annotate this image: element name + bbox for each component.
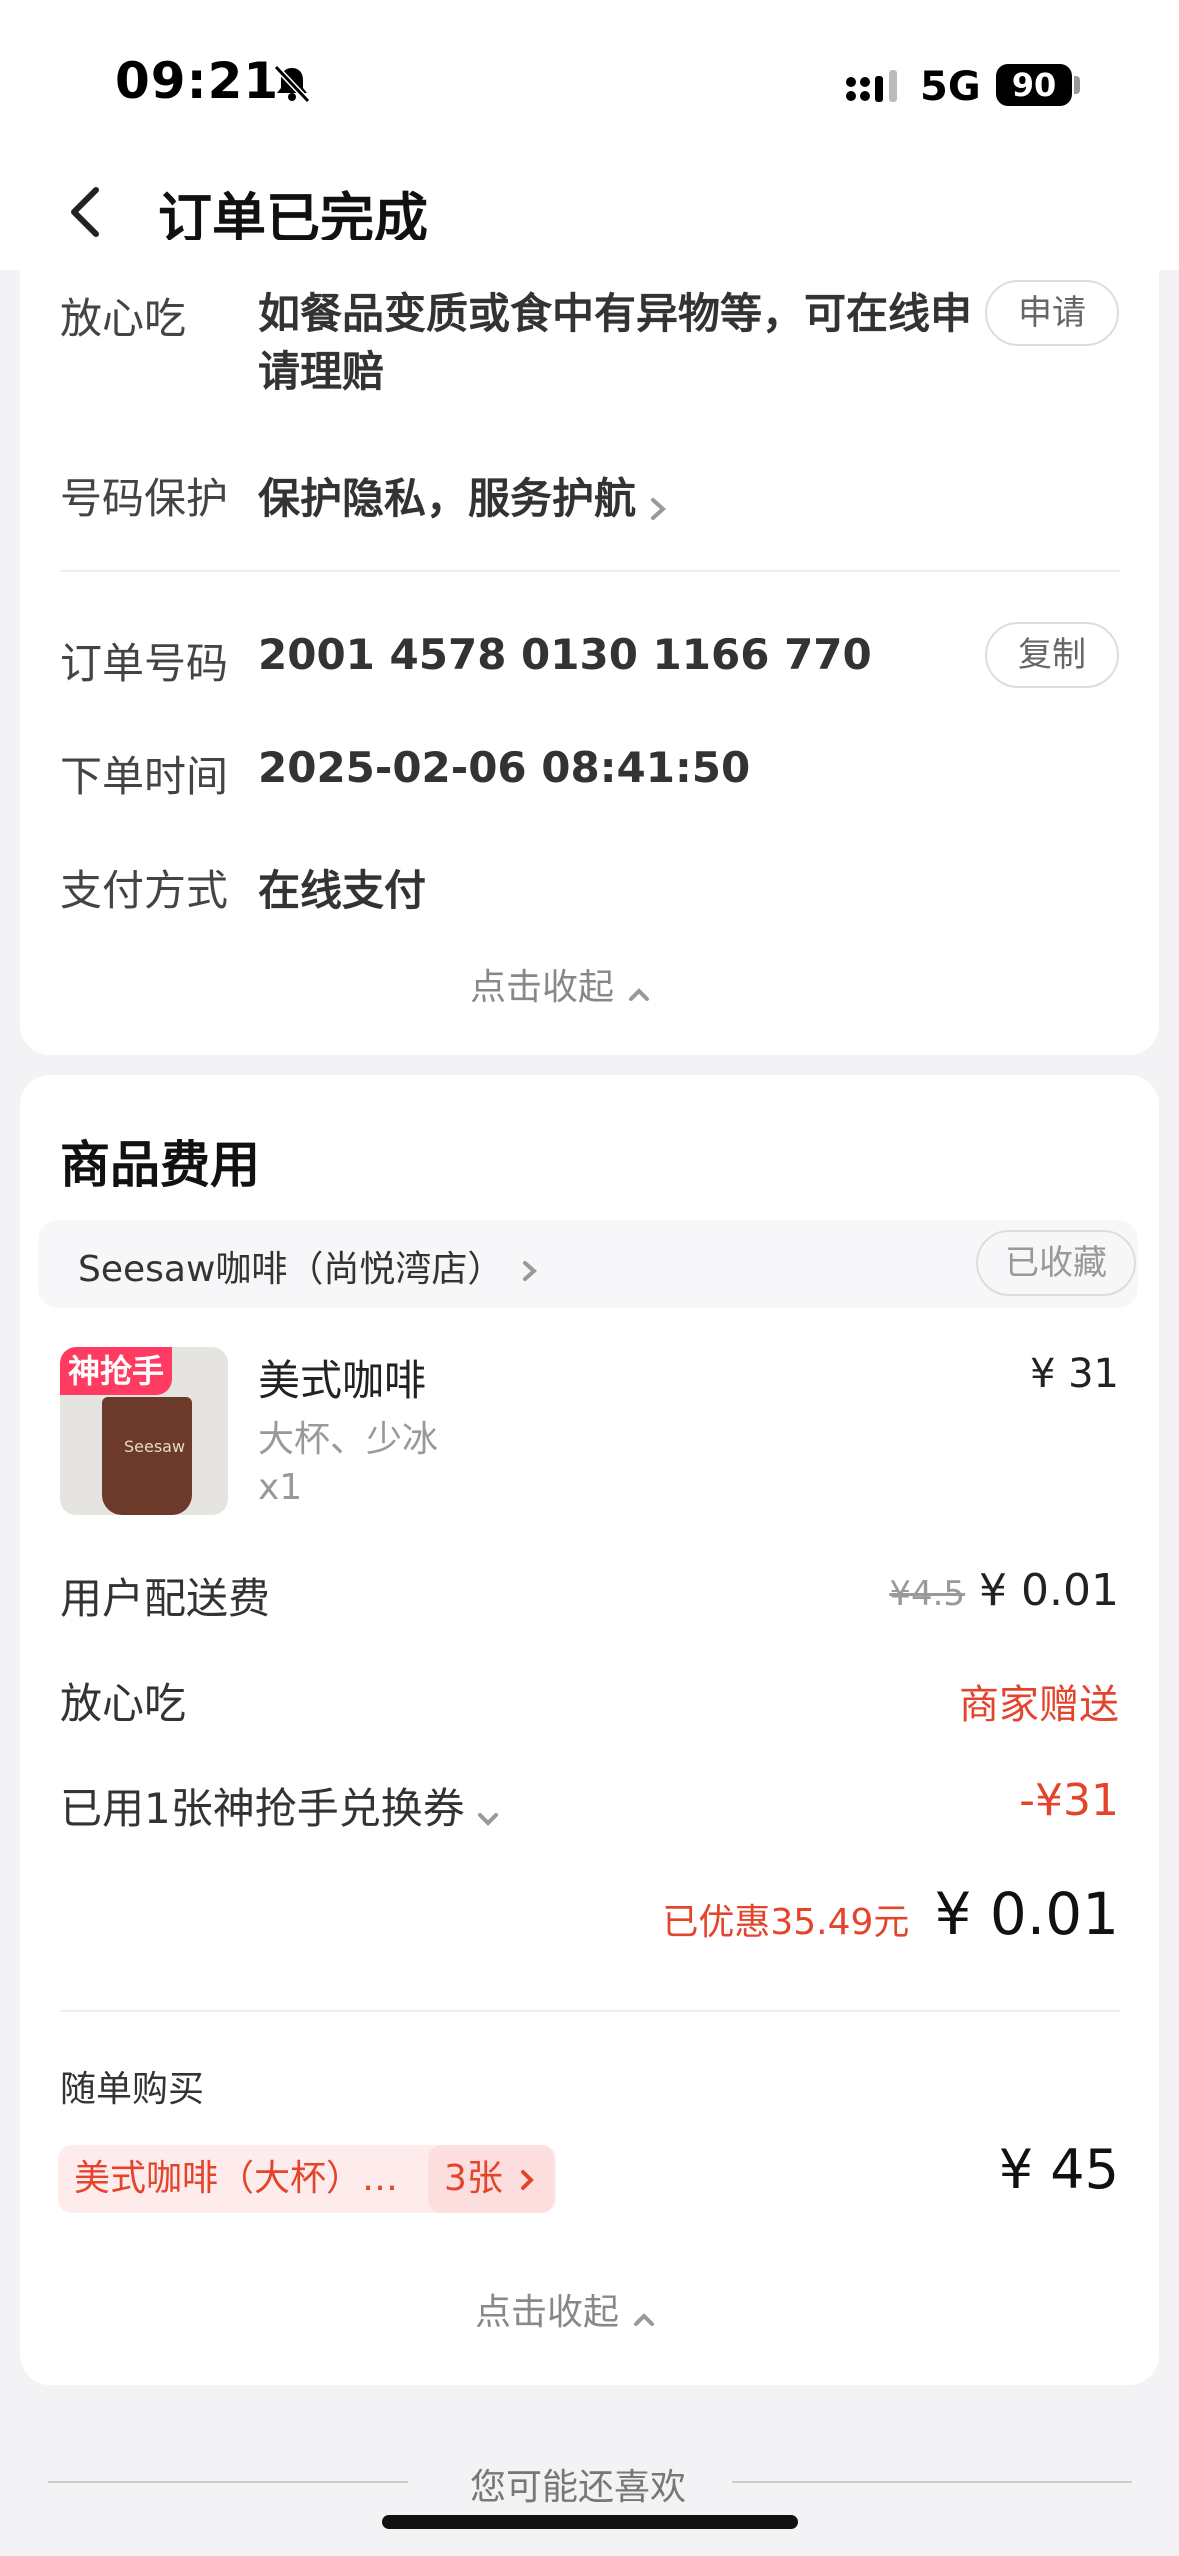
safe-eat-label: 放心吃 (60, 294, 187, 343)
chevron-right-icon (521, 2170, 535, 2190)
shop-name: Seesaw咖啡（尚悦湾店） (78, 1240, 541, 1292)
delivery-original-price: ¥4.5 (889, 1574, 966, 1614)
network-type: 5G (920, 64, 981, 110)
addon-label: 随单购买 (60, 2069, 205, 2110)
safe-eat-fee-label: 放心吃 (60, 1679, 187, 1728)
battery-icon: 90 (996, 64, 1072, 106)
delivery-label: 用户配送费 (60, 1574, 271, 1623)
pay-method-label: 支付方式 (60, 866, 229, 915)
product-spec: 大杯、少冰 (258, 1419, 439, 1460)
coupon-row[interactable]: 已用1张神抢手兑换券 (60, 1775, 502, 1835)
order-time: 2025-02-06 08:41:50 (258, 743, 751, 792)
signal-icon (846, 70, 897, 102)
favorited-button[interactable]: 已收藏 (976, 1230, 1136, 1296)
number-protect-link[interactable]: 保护隐私，服务护航 (258, 465, 671, 525)
product-name: 美式咖啡 (258, 1356, 427, 1405)
pay-method: 在线支付 (258, 866, 427, 915)
coupon-value: -¥31 (1019, 1775, 1119, 1826)
product-price: ¥ 31 (1029, 1351, 1119, 1397)
chevron-up-icon (629, 987, 650, 1001)
coupon-label: 已用1张神抢手兑换券 (60, 1784, 465, 1833)
status-time: 09:21 (115, 52, 280, 110)
copy-button[interactable]: 复制 (985, 622, 1119, 688)
addon-item: 美式咖啡（大杯）… (74, 2158, 399, 2199)
product-qty: x1 (258, 1467, 303, 1508)
chevron-right-icon (522, 1261, 537, 1281)
order-no-label: 订单号码 (60, 639, 229, 688)
shop-name-text: Seesaw咖啡（尚悦湾店） (78, 1249, 504, 1290)
shop-row[interactable]: Seesaw咖啡（尚悦湾店） 已收藏 (38, 1220, 1138, 1308)
saved-amount: 已优惠35.49元 (662, 1902, 910, 1943)
number-protect-text: 保护隐私，服务护航 (258, 474, 637, 523)
product-image[interactable]: Seesaw 神抢手 (60, 1347, 228, 1515)
collapse-label: 点击收起 (475, 2292, 620, 2333)
coffee-cup-image: Seesaw (102, 1397, 192, 1515)
delivery-price-row: ¥4.5 ¥ 0.01 (889, 1565, 1119, 1616)
divider (48, 2481, 408, 2483)
total-price: ¥ 0.01 (934, 1880, 1119, 1948)
bell-muted-icon (273, 64, 311, 104)
section-title: 商品费用 (60, 1136, 260, 1194)
battery-tip (1074, 76, 1080, 94)
safe-eat-text: 如餐品变质或食中有异物等，可在线申请理赔 (258, 289, 973, 396)
total-row: 已优惠35.49元 ¥ 0.01 (662, 1880, 1119, 1950)
cup-brand: Seesaw (124, 1437, 186, 1456)
order-time-label: 下单时间 (60, 752, 229, 801)
addon-tag[interactable]: 美式咖啡（大杯）… 3张 (58, 2145, 556, 2213)
safe-eat-fee-value: 商家赠送 (959, 1682, 1119, 1728)
divider (60, 570, 1120, 572)
delivery-price: ¥ 0.01 (979, 1565, 1119, 1616)
addon-price: ¥ 45 (998, 2138, 1119, 2201)
collapse-button[interactable]: 点击收起 (475, 2283, 715, 2333)
apply-button[interactable]: 申请 (985, 280, 1119, 346)
chevron-up-icon (634, 2312, 655, 2326)
number-protect-label: 号码保护 (60, 474, 229, 523)
goods-fee-card: 商品费用 Seesaw咖啡（尚悦湾店） 已收藏 Seesaw 神抢手 美式咖啡 … (20, 1075, 1159, 2385)
addon-count: 3张 (444, 2158, 503, 2199)
order-info-card: 放心吃 如餐品变质或食中有异物等，可在线申请理赔 申请 号码保护 保护隐私，服务… (20, 240, 1159, 1055)
divider (732, 2481, 1132, 2483)
back-arrow-icon[interactable] (62, 182, 112, 242)
order-no: 2001 4578 0130 1166 770 (258, 630, 872, 679)
recommend-title: 您可能还喜欢 (470, 2467, 687, 2508)
chevron-right-icon (651, 497, 667, 520)
divider (60, 2010, 1120, 2012)
chevron-down-icon (477, 1812, 498, 1826)
promo-badge: 神抢手 (60, 1347, 173, 1395)
status-bar: 09:21 5G 90 (0, 0, 1179, 150)
collapse-label: 点击收起 (470, 967, 615, 1008)
collapse-button[interactable]: 点击收起 (470, 958, 710, 1008)
home-indicator[interactable] (382, 2515, 798, 2529)
addon-count-badge: 3张 (428, 2145, 555, 2213)
